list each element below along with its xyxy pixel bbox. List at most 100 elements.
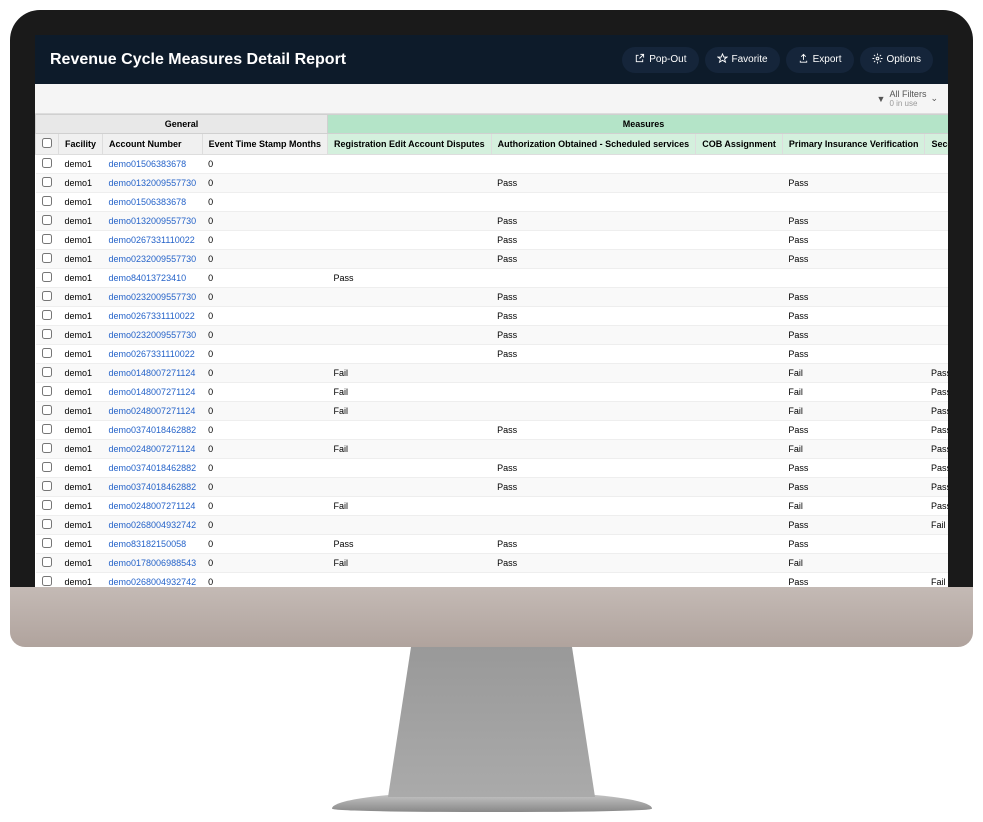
cell-account: demo0248007271124 <box>103 402 203 421</box>
row-checkbox[interactable] <box>42 519 52 529</box>
row-checkbox[interactable] <box>42 424 52 434</box>
account-link[interactable]: demo0232009557730 <box>109 254 197 264</box>
cell-pins: Pass <box>782 516 925 535</box>
account-link[interactable]: demo01506383678 <box>109 197 187 207</box>
row-checkbox[interactable] <box>42 500 52 510</box>
row-checkbox[interactable] <box>42 538 52 548</box>
row-checkbox[interactable] <box>42 443 52 453</box>
select-all-checkbox[interactable] <box>42 138 52 148</box>
row-checkbox[interactable] <box>42 367 52 377</box>
account-link[interactable]: demo0232009557730 <box>109 292 197 302</box>
row-checkbox[interactable] <box>42 215 52 225</box>
cell-facility: demo1 <box>59 250 103 269</box>
col-account[interactable]: Account Number <box>103 134 203 155</box>
cell-account: demo0267331110022 <box>103 231 203 250</box>
account-link[interactable]: demo0268004932742 <box>109 577 197 587</box>
account-link[interactable]: demo0132009557730 <box>109 216 197 226</box>
cell-reg <box>327 212 491 231</box>
row-select-cell <box>36 269 59 288</box>
row-select-cell <box>36 573 59 588</box>
monitor-stand <box>377 647 607 797</box>
account-link[interactable]: demo0267331110022 <box>109 349 195 359</box>
cell-account: demo0148007271124 <box>103 383 203 402</box>
popout-icon <box>634 53 645 67</box>
options-button[interactable]: Options <box>860 47 933 73</box>
popout-button[interactable]: Pop-Out <box>622 47 698 73</box>
cell-reg <box>327 478 491 497</box>
cell-cob <box>696 326 783 345</box>
cell-auth: Pass <box>491 535 696 554</box>
account-link[interactable]: demo0148007271124 <box>109 368 196 378</box>
account-link[interactable]: demo0248007271124 <box>109 501 196 511</box>
col-secondary[interactable]: Seco <box>925 134 948 155</box>
cell-reg <box>327 307 491 326</box>
row-checkbox[interactable] <box>42 576 52 586</box>
cell-auth <box>491 155 696 174</box>
account-link[interactable]: demo0267331110022 <box>109 235 195 245</box>
export-button[interactable]: Export <box>786 47 854 73</box>
all-filters-button[interactable]: ▼ All Filters 0 in use ⌄ <box>877 89 938 108</box>
cell-reg <box>327 326 491 345</box>
account-link[interactable]: demo0268004932742 <box>109 520 197 530</box>
row-checkbox[interactable] <box>42 272 52 282</box>
star-icon <box>717 53 728 67</box>
row-checkbox[interactable] <box>42 329 52 339</box>
cell-facility: demo1 <box>59 554 103 573</box>
table-row: demo1demo02320095577300PassPass <box>36 250 949 269</box>
cell-pins: Fail <box>782 497 925 516</box>
cell-pins: Fail <box>782 402 925 421</box>
row-checkbox[interactable] <box>42 253 52 263</box>
account-link[interactable]: demo0374018462882 <box>109 482 197 492</box>
account-link[interactable]: demo0248007271124 <box>109 444 196 454</box>
account-link[interactable]: demo0178006988543 <box>109 558 197 568</box>
row-checkbox[interactable] <box>42 557 52 567</box>
account-link[interactable]: demo84013723410 <box>109 273 187 283</box>
cell-account: demo84013723410 <box>103 269 203 288</box>
cell-auth: Pass <box>491 345 696 364</box>
col-primary-ins[interactable]: Primary Insurance Verification <box>782 134 925 155</box>
row-checkbox[interactable] <box>42 348 52 358</box>
col-auth[interactable]: Authorization Obtained - Scheduled servi… <box>491 134 696 155</box>
row-select-cell <box>36 364 59 383</box>
row-checkbox[interactable] <box>42 462 52 472</box>
account-link[interactable]: demo0374018462882 <box>109 425 197 435</box>
cell-auth <box>491 440 696 459</box>
col-facility[interactable]: Facility <box>59 134 103 155</box>
cell-facility: demo1 <box>59 440 103 459</box>
row-checkbox[interactable] <box>42 158 52 168</box>
cell-etm: 0 <box>202 174 327 193</box>
row-checkbox[interactable] <box>42 386 52 396</box>
row-checkbox[interactable] <box>42 234 52 244</box>
account-link[interactable]: demo0267331110022 <box>109 311 195 321</box>
account-link[interactable]: demo0132009557730 <box>109 178 197 188</box>
col-reg-edit[interactable]: Registration Edit Account Disputes <box>327 134 491 155</box>
row-checkbox[interactable] <box>42 310 52 320</box>
row-checkbox[interactable] <box>42 196 52 206</box>
row-checkbox[interactable] <box>42 177 52 187</box>
cell-reg: Fail <box>327 497 491 516</box>
account-link[interactable]: demo0148007271124 <box>109 387 196 397</box>
account-link[interactable]: demo0248007271124 <box>109 406 196 416</box>
row-checkbox[interactable] <box>42 481 52 491</box>
table-row: demo1demo03740184628820PassPassPass <box>36 478 949 497</box>
account-link[interactable]: demo0374018462882 <box>109 463 197 473</box>
account-link[interactable]: demo01506383678 <box>109 159 187 169</box>
cell-etm: 0 <box>202 155 327 174</box>
account-link[interactable]: demo0232009557730 <box>109 330 197 340</box>
table-row: demo1demo840137234100Pass <box>36 269 949 288</box>
col-cob[interactable]: COB Assignment <box>696 134 783 155</box>
cell-facility: demo1 <box>59 535 103 554</box>
cell-facility: demo1 <box>59 478 103 497</box>
col-event-time[interactable]: Event Time Stamp Months <box>202 134 327 155</box>
report-table-wrap[interactable]: General Measures Facility Account Number… <box>35 114 948 587</box>
cell-pins: Pass <box>782 250 925 269</box>
cell-sec <box>925 554 948 573</box>
cell-reg: Fail <box>327 383 491 402</box>
cell-sec: Pass <box>925 421 948 440</box>
favorite-button[interactable]: Favorite <box>705 47 780 73</box>
row-checkbox[interactable] <box>42 291 52 301</box>
row-checkbox[interactable] <box>42 405 52 415</box>
account-link[interactable]: demo83182150058 <box>109 539 187 549</box>
row-select-cell <box>36 193 59 212</box>
cell-pins: Pass <box>782 174 925 193</box>
